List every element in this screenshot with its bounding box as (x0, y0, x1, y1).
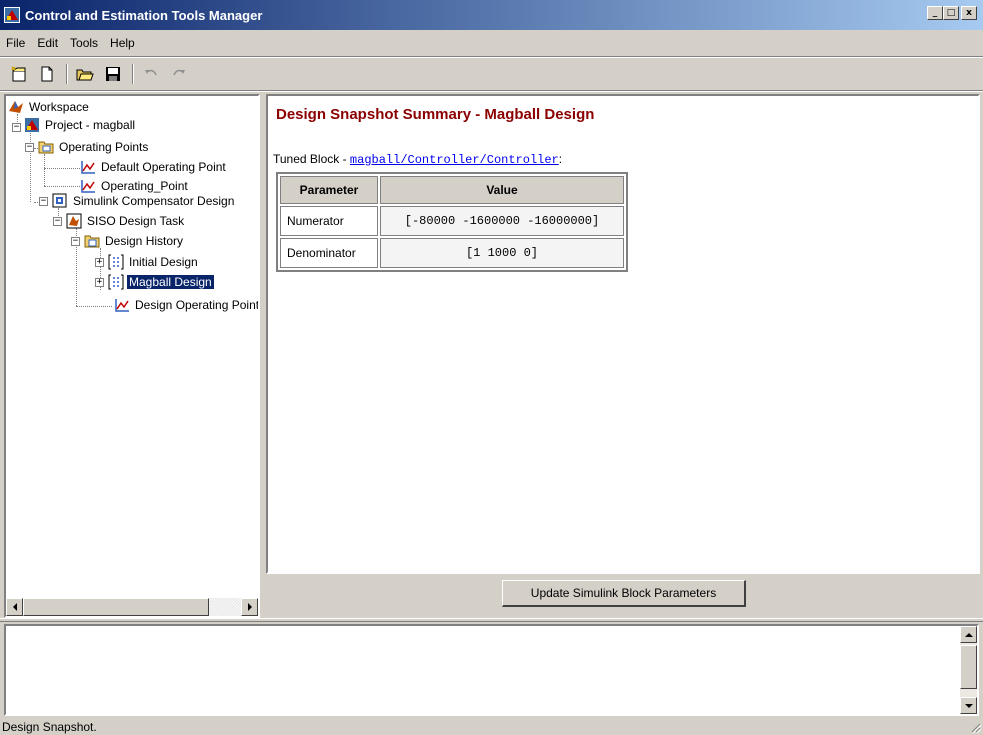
table-header-row: Parameter Value (280, 176, 624, 204)
tree-node-operating-points[interactable]: Operating Points (38, 138, 150, 156)
resize-grip-icon[interactable] (969, 721, 981, 733)
update-simulink-block-parameters-button[interactable]: Update Simulink Block Parameters (502, 580, 746, 607)
tree-node-siso-design-task[interactable]: SISO Design Task (66, 212, 186, 230)
status-text: Design Snapshot. (2, 719, 97, 734)
table-row: Denominator [1 1000 0] (280, 238, 624, 268)
toolbar-separator (132, 64, 134, 84)
collapse-toggle[interactable]: − (25, 143, 34, 152)
scroll-track[interactable] (960, 689, 977, 697)
operating-point-icon (115, 299, 129, 312)
arrow-right-icon (247, 603, 252, 611)
button-area: Update Simulink Block Parameters (266, 574, 980, 614)
table-row: Numerator [-80000 -1600000 -16000000] (280, 206, 624, 236)
save-icon[interactable] (102, 63, 124, 85)
tree-node-design-operating-point[interactable]: Design Operating Point (114, 296, 258, 314)
title-bar[interactable]: Control and Estimation Tools Manager _ □… (0, 0, 983, 30)
scroll-up-button[interactable] (960, 626, 977, 643)
tuned-block-suffix: : (558, 152, 563, 166)
operating-point-icon (81, 161, 95, 174)
open-folder-icon[interactable] (74, 63, 96, 85)
new-project-icon[interactable] (8, 63, 30, 85)
tree-node-project[interactable]: Project - magball (24, 116, 137, 134)
close-button[interactable]: x (961, 6, 977, 20)
new-task-icon[interactable] (36, 63, 58, 85)
menu-edit[interactable]: Edit (31, 36, 64, 50)
window-title: Control and Estimation Tools Manager (25, 7, 263, 23)
design-icon (108, 254, 124, 270)
expand-toggle[interactable]: + (95, 278, 104, 287)
matlab-icon (9, 101, 23, 113)
tree-line (44, 186, 80, 187)
expand-toggle[interactable]: + (95, 258, 104, 267)
toolbar-divider (0, 90, 983, 92)
maximize-button[interactable]: □ (943, 6, 959, 20)
parameter-name-cell: Numerator (280, 206, 378, 236)
status-bar: Design Snapshot. (0, 718, 983, 735)
collapse-toggle[interactable]: − (53, 217, 62, 226)
tree-line (44, 154, 45, 186)
tree-node-default-operating-point[interactable]: Default Operating Point (80, 158, 228, 176)
tree-node-initial-design[interactable]: Initial Design (108, 253, 200, 271)
message-log-panel[interactable] (4, 624, 979, 716)
tuned-block-link[interactable]: magball/Controller/Controller (350, 153, 559, 167)
column-header-parameter: Parameter (280, 176, 378, 204)
collapse-toggle[interactable]: − (39, 197, 48, 206)
log-vertical-scrollbar[interactable] (960, 626, 977, 714)
tree-horizontal-scrollbar[interactable] (6, 598, 258, 616)
arrow-up-icon (964, 632, 973, 637)
scroll-right-button[interactable] (241, 598, 258, 616)
collapse-toggle[interactable]: − (71, 237, 80, 246)
tree-node-simulink-compensator[interactable]: Simulink Compensator Design (52, 192, 236, 210)
matlab-icon (66, 213, 82, 229)
parameter-table: Parameter Value Numerator [-80000 -16000… (276, 172, 628, 272)
summary-panel: Design Snapshot Summary - Magball Design… (266, 94, 980, 574)
tree-line (76, 306, 112, 307)
menu-tools[interactable]: Tools (64, 36, 104, 50)
tree-line (30, 130, 31, 202)
arrow-down-icon (964, 703, 973, 708)
page-title: Design Snapshot Summary - Magball Design (276, 106, 595, 123)
tree-line (44, 168, 80, 169)
redo-icon[interactable] (168, 63, 190, 85)
tuned-block-line: Tuned Block - magball/Controller/Control… (273, 152, 562, 167)
toolbar (0, 60, 983, 88)
tree-node-workspace[interactable]: Workspace (8, 98, 91, 116)
folder-icon (84, 235, 100, 248)
tree-node-design-history[interactable]: Design History (84, 232, 185, 250)
scroll-track[interactable] (209, 598, 241, 616)
tree-node-magball-design[interactable]: Magball Design (108, 273, 214, 291)
toolbar-separator (66, 64, 68, 84)
collapse-toggle[interactable]: − (12, 123, 21, 132)
parameter-value-cell: [-80000 -1600000 -16000000] (380, 206, 624, 236)
folder-icon (38, 141, 54, 154)
parameter-value-cell: [1 1000 0] (380, 238, 624, 268)
arrow-left-icon (12, 603, 17, 611)
project-icon (25, 118, 39, 132)
tuned-block-label: Tuned Block - (273, 152, 350, 166)
menu-bar: File Edit Tools Help (0, 32, 983, 54)
app-icon (4, 7, 20, 23)
parameter-name-cell: Denominator (280, 238, 378, 268)
menu-divider (0, 56, 983, 58)
scroll-thumb[interactable] (23, 598, 209, 616)
design-icon (108, 274, 124, 290)
scroll-down-button[interactable] (960, 697, 977, 714)
panel-splitter[interactable] (0, 618, 983, 622)
compensator-icon (52, 193, 67, 208)
minimize-button[interactable]: _ (927, 6, 943, 20)
column-header-value: Value (380, 176, 624, 204)
menu-file[interactable]: File (0, 36, 31, 50)
project-tree[interactable]: Workspace − Project - magball − Operatin… (4, 94, 260, 618)
scroll-thumb[interactable] (960, 645, 977, 689)
undo-icon[interactable] (140, 63, 162, 85)
menu-help[interactable]: Help (104, 36, 141, 50)
scroll-left-button[interactable] (6, 598, 23, 616)
